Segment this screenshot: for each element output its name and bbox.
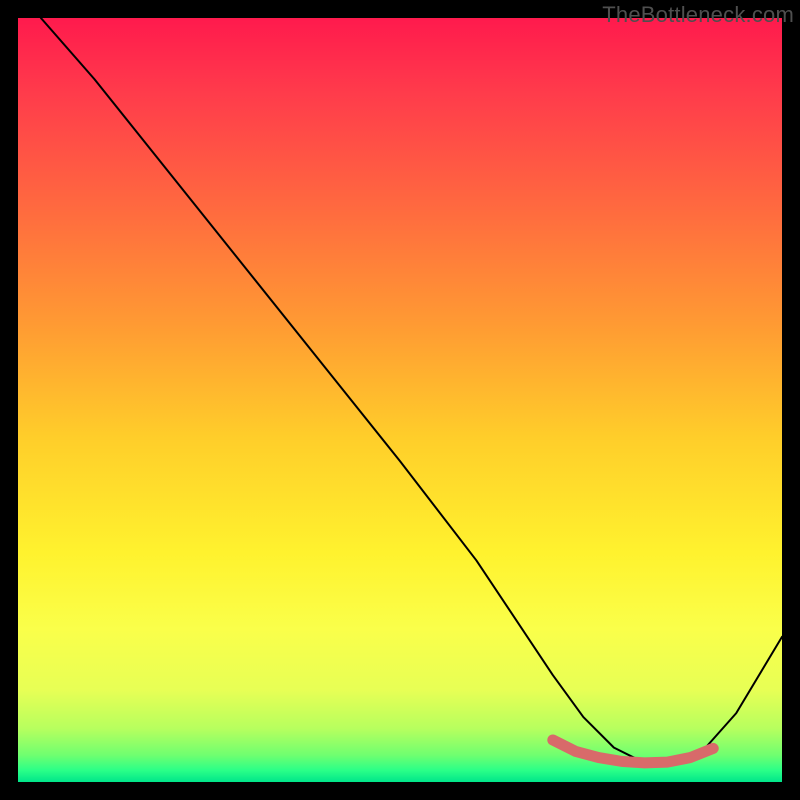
gradient-background [18, 18, 782, 782]
chart-frame [18, 18, 782, 782]
chart-svg [18, 18, 782, 782]
watermark-text: TheBottleneck.com [602, 2, 794, 28]
